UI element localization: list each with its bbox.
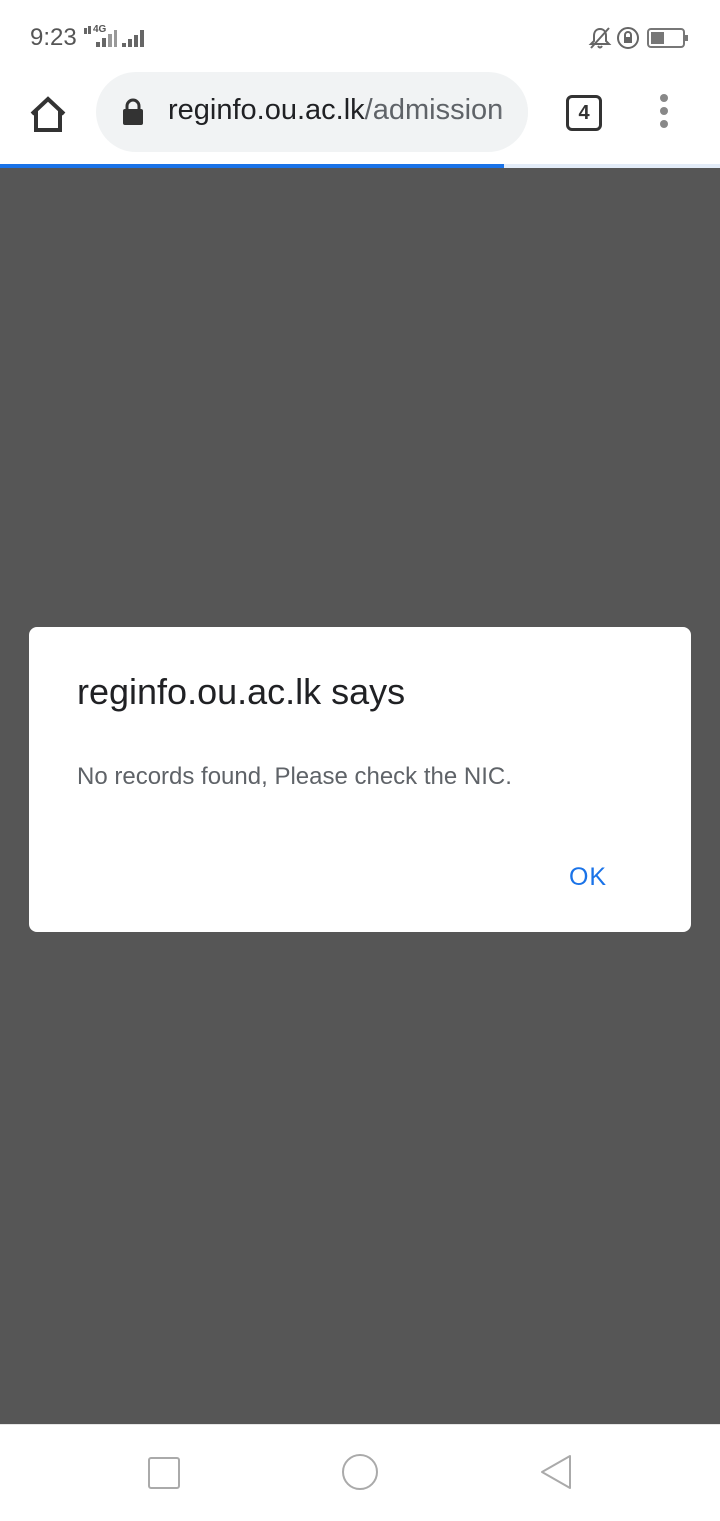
back-button[interactable] [538,1453,574,1491]
browser-toolbar: reginfo.ou.ac.lk/admission 4 [0,72,720,164]
url-host: reginfo.ou.ac.lk [168,94,365,126]
dialog-title: reginfo.ou.ac.lk says [77,671,406,712]
ok-button[interactable]: OK [549,851,627,903]
home-icon[interactable] [26,92,70,136]
signal-icon [84,26,117,47]
address-bar[interactable]: reginfo.ou.ac.lk/admission [96,72,528,152]
signal-icon-secondary [122,30,144,47]
dialog-message: No records found, Please check the NIC. [77,763,512,790]
alert-dialog: reginfo.ou.ac.lk says No records found, … [29,627,691,932]
mute-icon [588,27,612,49]
rotation-lock-icon [617,27,639,49]
recents-button[interactable] [148,1457,180,1489]
status-time: 9:23 [30,24,77,51]
lock-icon [123,98,143,125]
status-bar: 9:23 4G [0,0,720,76]
system-navigation-bar [0,1424,720,1521]
home-button[interactable] [342,1454,378,1490]
url-fade [498,72,528,152]
url-path: /admission [364,94,504,126]
url-text: reginfo.ou.ac.lk/admission [168,94,503,127]
more-menu-icon[interactable] [654,94,674,134]
tab-switcher-button[interactable]: 4 [566,95,602,131]
battery-icon [647,28,688,48]
